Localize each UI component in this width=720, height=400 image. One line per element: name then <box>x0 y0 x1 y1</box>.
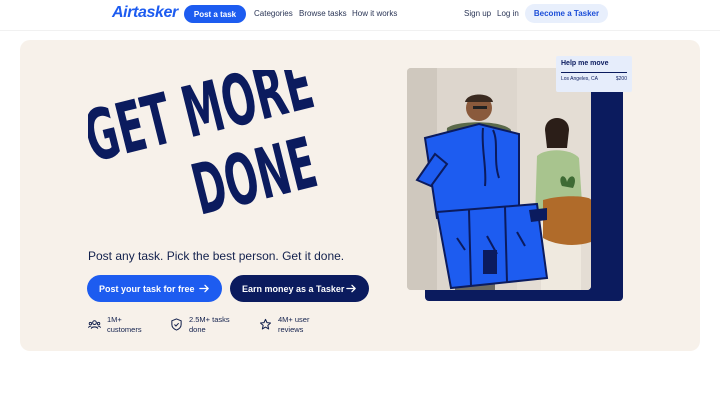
hero-photo <box>407 68 591 290</box>
stat-customers: 1M+ customers <box>88 315 151 335</box>
earn-money-button[interactable]: Earn money as a Tasker <box>230 275 369 302</box>
post-task-free-label: Post your task for free <box>99 283 195 294</box>
users-icon <box>88 320 101 329</box>
post-task-button[interactable]: Post a task <box>184 5 246 23</box>
nav-link-categories[interactable]: Categories <box>254 9 293 18</box>
stat-label: reviews <box>278 325 304 334</box>
earn-money-label: Earn money as a Tasker <box>242 283 345 294</box>
hero-headline: GET MORE DONE <box>77 44 338 232</box>
nav-link-browse-tasks[interactable]: Browse tasks <box>299 9 347 18</box>
nav-link-how-it-works[interactable]: How it works <box>352 9 397 18</box>
log-in-link[interactable]: Log in <box>497 9 519 18</box>
post-task-free-button[interactable]: Post your task for free <box>87 275 222 302</box>
task-card-location: Los Angeles, CA <box>561 76 598 82</box>
task-card-price: $200 <box>615 76 627 82</box>
star-icon <box>259 318 272 330</box>
airtasker-logo[interactable]: Airtasker <box>112 4 178 22</box>
stat-label: done <box>189 325 206 334</box>
stat-value: 1M+ <box>107 315 122 324</box>
stat-value: 2.5M+ tasks <box>189 315 230 324</box>
shield-check-icon <box>171 318 182 331</box>
sign-up-link[interactable]: Sign up <box>464 9 491 18</box>
top-nav: Airtasker Post a task Categories Browse … <box>0 0 720 30</box>
arrow-right-icon <box>346 284 356 293</box>
task-card-details: Los Angeles, CA $200 <box>561 76 627 82</box>
moving-boxes-illustration <box>407 68 591 290</box>
task-card-divider <box>561 72 627 73</box>
nav-divider <box>0 30 720 31</box>
hero-tagline: Post any task. Pick the best person. Get… <box>88 249 345 263</box>
task-card-title: Help me move <box>561 60 609 67</box>
task-card: Help me move Los Angeles, CA $200 <box>556 56 632 92</box>
stat-reviews: 4M+ user reviews <box>259 315 322 335</box>
stat-label: customers <box>107 325 142 334</box>
arrow-right-icon <box>199 284 209 293</box>
become-tasker-button[interactable]: Become a Tasker <box>525 4 608 23</box>
stat-tasks-done: 2.5M+ tasks done <box>170 315 233 335</box>
stat-value: 4M+ user <box>278 315 310 324</box>
